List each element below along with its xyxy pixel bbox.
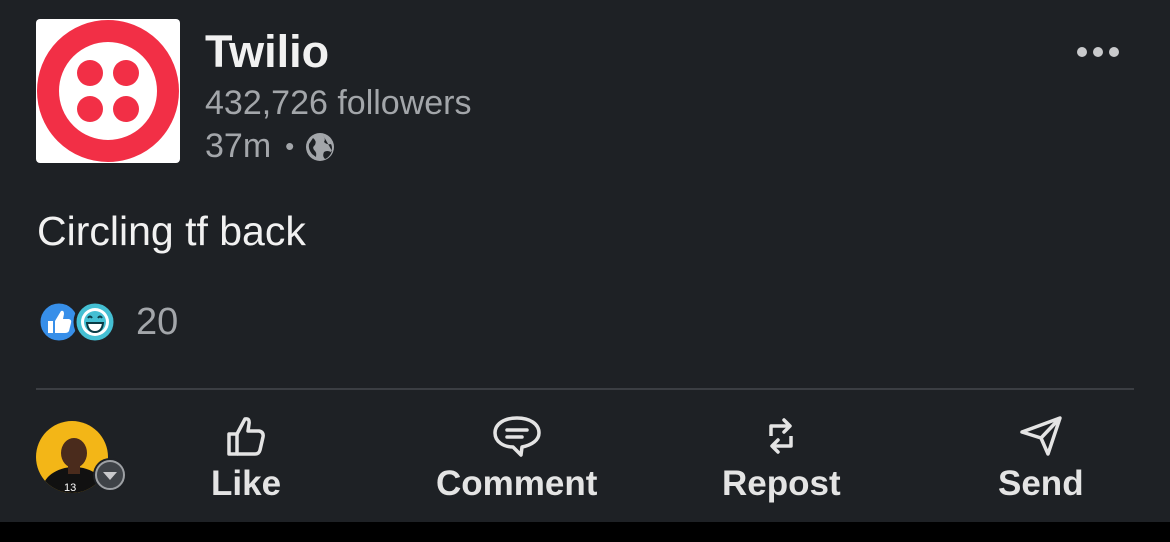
repost-label: Repost bbox=[722, 464, 841, 503]
globe-icon bbox=[306, 133, 335, 161]
repost-button[interactable]: Repost bbox=[722, 414, 841, 504]
send-label: Send bbox=[998, 464, 1084, 503]
post-card: Twilio 432,726 followers 37m • Circling … bbox=[0, 0, 1170, 522]
like-reaction-icon bbox=[37, 300, 81, 344]
more-options-button[interactable] bbox=[1072, 36, 1124, 68]
author-name[interactable]: Twilio bbox=[205, 26, 329, 78]
send-icon bbox=[1020, 416, 1062, 456]
follower-count: 432,726 followers bbox=[205, 84, 472, 122]
funny-reaction-icon bbox=[73, 300, 117, 344]
company-logo[interactable] bbox=[36, 19, 180, 163]
twilio-logo-icon bbox=[37, 20, 179, 162]
comment-icon bbox=[492, 416, 541, 457]
like-label: Like bbox=[211, 464, 282, 503]
post-meta: 37m • bbox=[205, 126, 336, 166]
avatar: 13 bbox=[36, 421, 127, 494]
reaction-count: 20 bbox=[136, 300, 179, 343]
send-button[interactable]: Send bbox=[998, 414, 1084, 504]
repost-icon bbox=[769, 418, 794, 454]
reactions-summary[interactable]: 20 bbox=[36, 299, 178, 345]
post-time: 37m bbox=[205, 127, 272, 165]
comment-label: Comment bbox=[436, 464, 598, 503]
like-button[interactable]: Like bbox=[211, 414, 281, 504]
thumbs-up-icon bbox=[227, 417, 265, 456]
ellipsis-icon bbox=[1077, 47, 1119, 57]
svg-text:13: 13 bbox=[64, 482, 76, 494]
actor-switcher[interactable]: 13 bbox=[36, 421, 132, 497]
post-text: Circling tf back bbox=[37, 208, 306, 254]
reaction-icons bbox=[37, 300, 117, 344]
divider bbox=[36, 388, 1134, 390]
meta-separator: • bbox=[285, 131, 295, 161]
comment-button[interactable]: Comment bbox=[436, 414, 597, 504]
